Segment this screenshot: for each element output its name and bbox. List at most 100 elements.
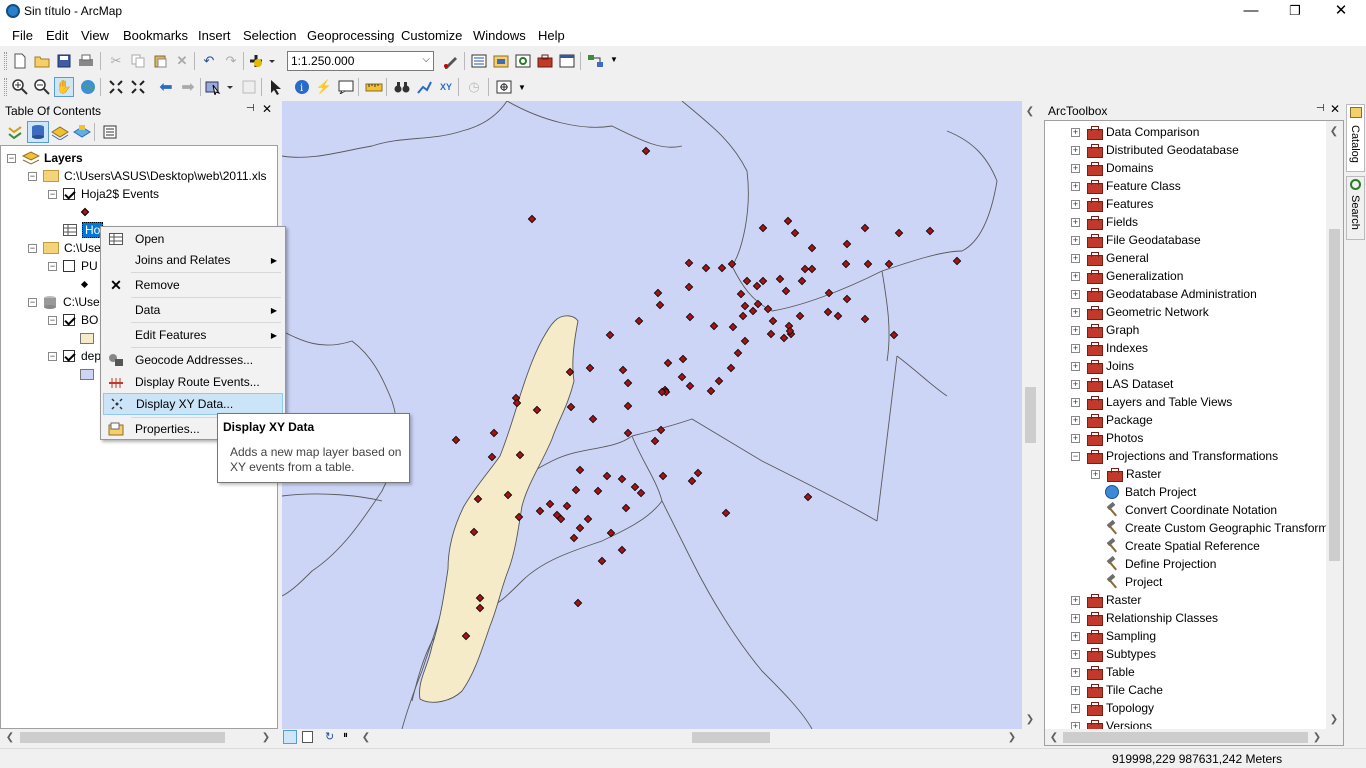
toolbox-item-distributed-geodatabase[interactable]: + Distributed Geodatabase [1071,141,1239,159]
clear-selection-icon[interactable] [239,77,259,97]
expand-icon[interactable]: + [1071,667,1080,677]
collapse-icon[interactable]: − [48,351,57,361]
list-by-visibility-icon[interactable] [50,122,70,142]
collapse-icon[interactable]: − [48,261,57,271]
arctoolbox-window-icon[interactable] [535,51,555,71]
menu-view[interactable]: View [81,28,109,43]
zoom-in-icon[interactable] [10,77,30,97]
expand-icon[interactable]: + [1071,235,1080,245]
expand-icon[interactable]: + [1091,469,1100,479]
copy-icon[interactable] [128,51,148,71]
menu-help[interactable]: Help [538,28,565,43]
expand-icon[interactable]: + [1071,163,1080,173]
expand-icon[interactable]: + [1071,289,1080,299]
collapse-icon[interactable]: − [48,315,57,325]
events-layer-row[interactable]: − Hoja2$ Events [48,185,159,203]
delete-icon[interactable]: ✕ [172,51,192,71]
time-slider-icon[interactable]: ◷ [464,77,484,97]
redo-icon[interactable]: ↷ [221,51,241,71]
toolbox-item-layers-and-table-views[interactable]: + Layers and Table Views [1071,393,1232,411]
menu-selection[interactable]: Selection [243,28,296,43]
layers-dataframe-row[interactable]: − Layers [7,149,83,167]
layout-view-icon[interactable] [302,731,313,743]
pu-layer-row[interactable]: − PU [48,257,98,275]
toolbox-item-geodatabase-administration[interactable]: + Geodatabase Administration [1071,285,1257,303]
data-view-icon[interactable] [283,730,297,744]
toolbar-overflow-icon[interactable]: ▼ [518,83,526,92]
toolbar-grip[interactable] [4,78,7,96]
editor-toolbar-icon[interactable] [441,51,461,71]
menu-item-data[interactable]: Data ▶ [103,299,283,321]
toolbar-grip[interactable] [4,52,7,70]
tool-item-project[interactable]: Project [1105,573,1162,591]
catalog-side-tab[interactable]: Catalog [1346,104,1365,172]
open-folder-icon[interactable] [32,51,52,71]
expand-icon[interactable]: + [1071,145,1080,155]
paste-icon[interactable] [150,51,170,71]
chevron-down-icon[interactable]: ⌵ [422,54,430,65]
undo-icon[interactable]: ↶ [199,51,219,71]
toc-options-icon[interactable] [100,122,120,142]
go-back-extent-icon[interactable]: ⬅ [156,77,176,97]
scroll-right-arrow-icon[interactable]: ❯ [258,729,274,745]
bo-layer-row[interactable]: − BO [48,311,98,329]
toc-close-button[interactable]: ✕ [262,102,272,116]
identify-icon[interactable]: i [292,77,312,97]
menu-customize[interactable]: Customize [401,28,462,43]
expand-icon[interactable]: + [1071,685,1080,695]
toolbox-item-package[interactable]: + Package [1071,411,1153,429]
toolbox-item-domains[interactable]: + Domains [1071,159,1153,177]
toc-horizontal-scrollbar[interactable]: ❮ ❯ [0,729,278,746]
select-elements-icon[interactable] [266,77,286,97]
toolbox-item-fields[interactable]: + Fields [1071,213,1138,231]
scroll-left-arrow-icon[interactable]: ❮ [358,729,374,745]
expand-icon[interactable]: + [1071,343,1080,353]
scroll-down-arrow-icon[interactable]: ❯ [1326,711,1342,727]
toolbox-item-file-geodatabase[interactable]: + File Geodatabase [1071,231,1201,249]
pause-drawing-icon[interactable]: ⏸ [343,730,348,741]
menu-item-remove[interactable]: ✕ Remove [103,274,283,296]
tool-item-raster[interactable]: + Raster [1091,465,1161,483]
map-vertical-scrollbar[interactable]: ❮ ❯ [1022,101,1039,729]
expand-icon[interactable]: + [1071,127,1080,137]
expand-icon[interactable]: + [1071,397,1080,407]
find-binoculars-icon[interactable] [392,77,412,97]
expand-icon[interactable]: + [1071,217,1080,227]
tool-item-batch-project[interactable]: Batch Project [1105,483,1196,501]
toolbox-item-tile-cache[interactable]: + Tile Cache [1071,681,1163,699]
zoom-out-icon[interactable] [32,77,52,97]
table-row[interactable]: Ho [63,221,104,239]
toolbox-item-data-comparison[interactable]: + Data Comparison [1071,123,1199,141]
full-extent-icon[interactable] [78,77,98,97]
toolbox-item-las-dataset[interactable]: + LAS Dataset [1071,375,1173,393]
workspace-row-3[interactable]: − C:\Use [28,293,100,311]
list-by-source-icon[interactable] [27,121,49,143]
scrollbar-thumb[interactable] [1063,732,1308,743]
collapse-icon[interactable]: − [28,171,37,181]
catalog-window-icon[interactable] [491,51,511,71]
toolbox-item-projections-and-transformations[interactable]: − Projections and Transformations [1071,447,1278,465]
workspace-row-2[interactable]: − C:\Use [28,239,101,257]
html-popup-icon[interactable] [336,77,356,97]
fixed-zoom-in-icon[interactable] [106,77,126,97]
python-window-icon[interactable] [557,51,577,71]
expand-icon[interactable]: + [1071,307,1080,317]
pin-icon[interactable]: ⊣ [246,103,255,114]
save-icon[interactable] [54,51,74,71]
layer-visibility-checkbox[interactable] [63,260,75,272]
close-window-button[interactable]: ✕ [1318,0,1364,24]
find-route-icon[interactable] [414,77,434,97]
menu-item-edit-features[interactable]: Edit Features ▶ [103,324,283,346]
tool-item-create-custom-geographic-transform[interactable]: Create Custom Geographic Transform [1105,519,1328,537]
toolbox-item-photos[interactable]: + Photos [1071,429,1143,447]
viewer-window-icon[interactable] [494,77,514,97]
toolbox-item-relationship-classes[interactable]: + Relationship Classes [1071,609,1218,627]
scrollbar-thumb[interactable] [1329,229,1340,561]
table-of-contents-icon[interactable] [469,51,489,71]
expand-icon[interactable]: + [1071,613,1080,623]
menu-bookmarks[interactable]: Bookmarks [123,28,188,43]
expand-icon[interactable]: + [1071,415,1080,425]
tool-item-create-spatial-reference[interactable]: Create Spatial Reference [1105,537,1260,555]
toolbar-overflow-icon[interactable]: ▼ [610,55,618,64]
toolbox-item-geometric-network[interactable]: + Geometric Network [1071,303,1209,321]
